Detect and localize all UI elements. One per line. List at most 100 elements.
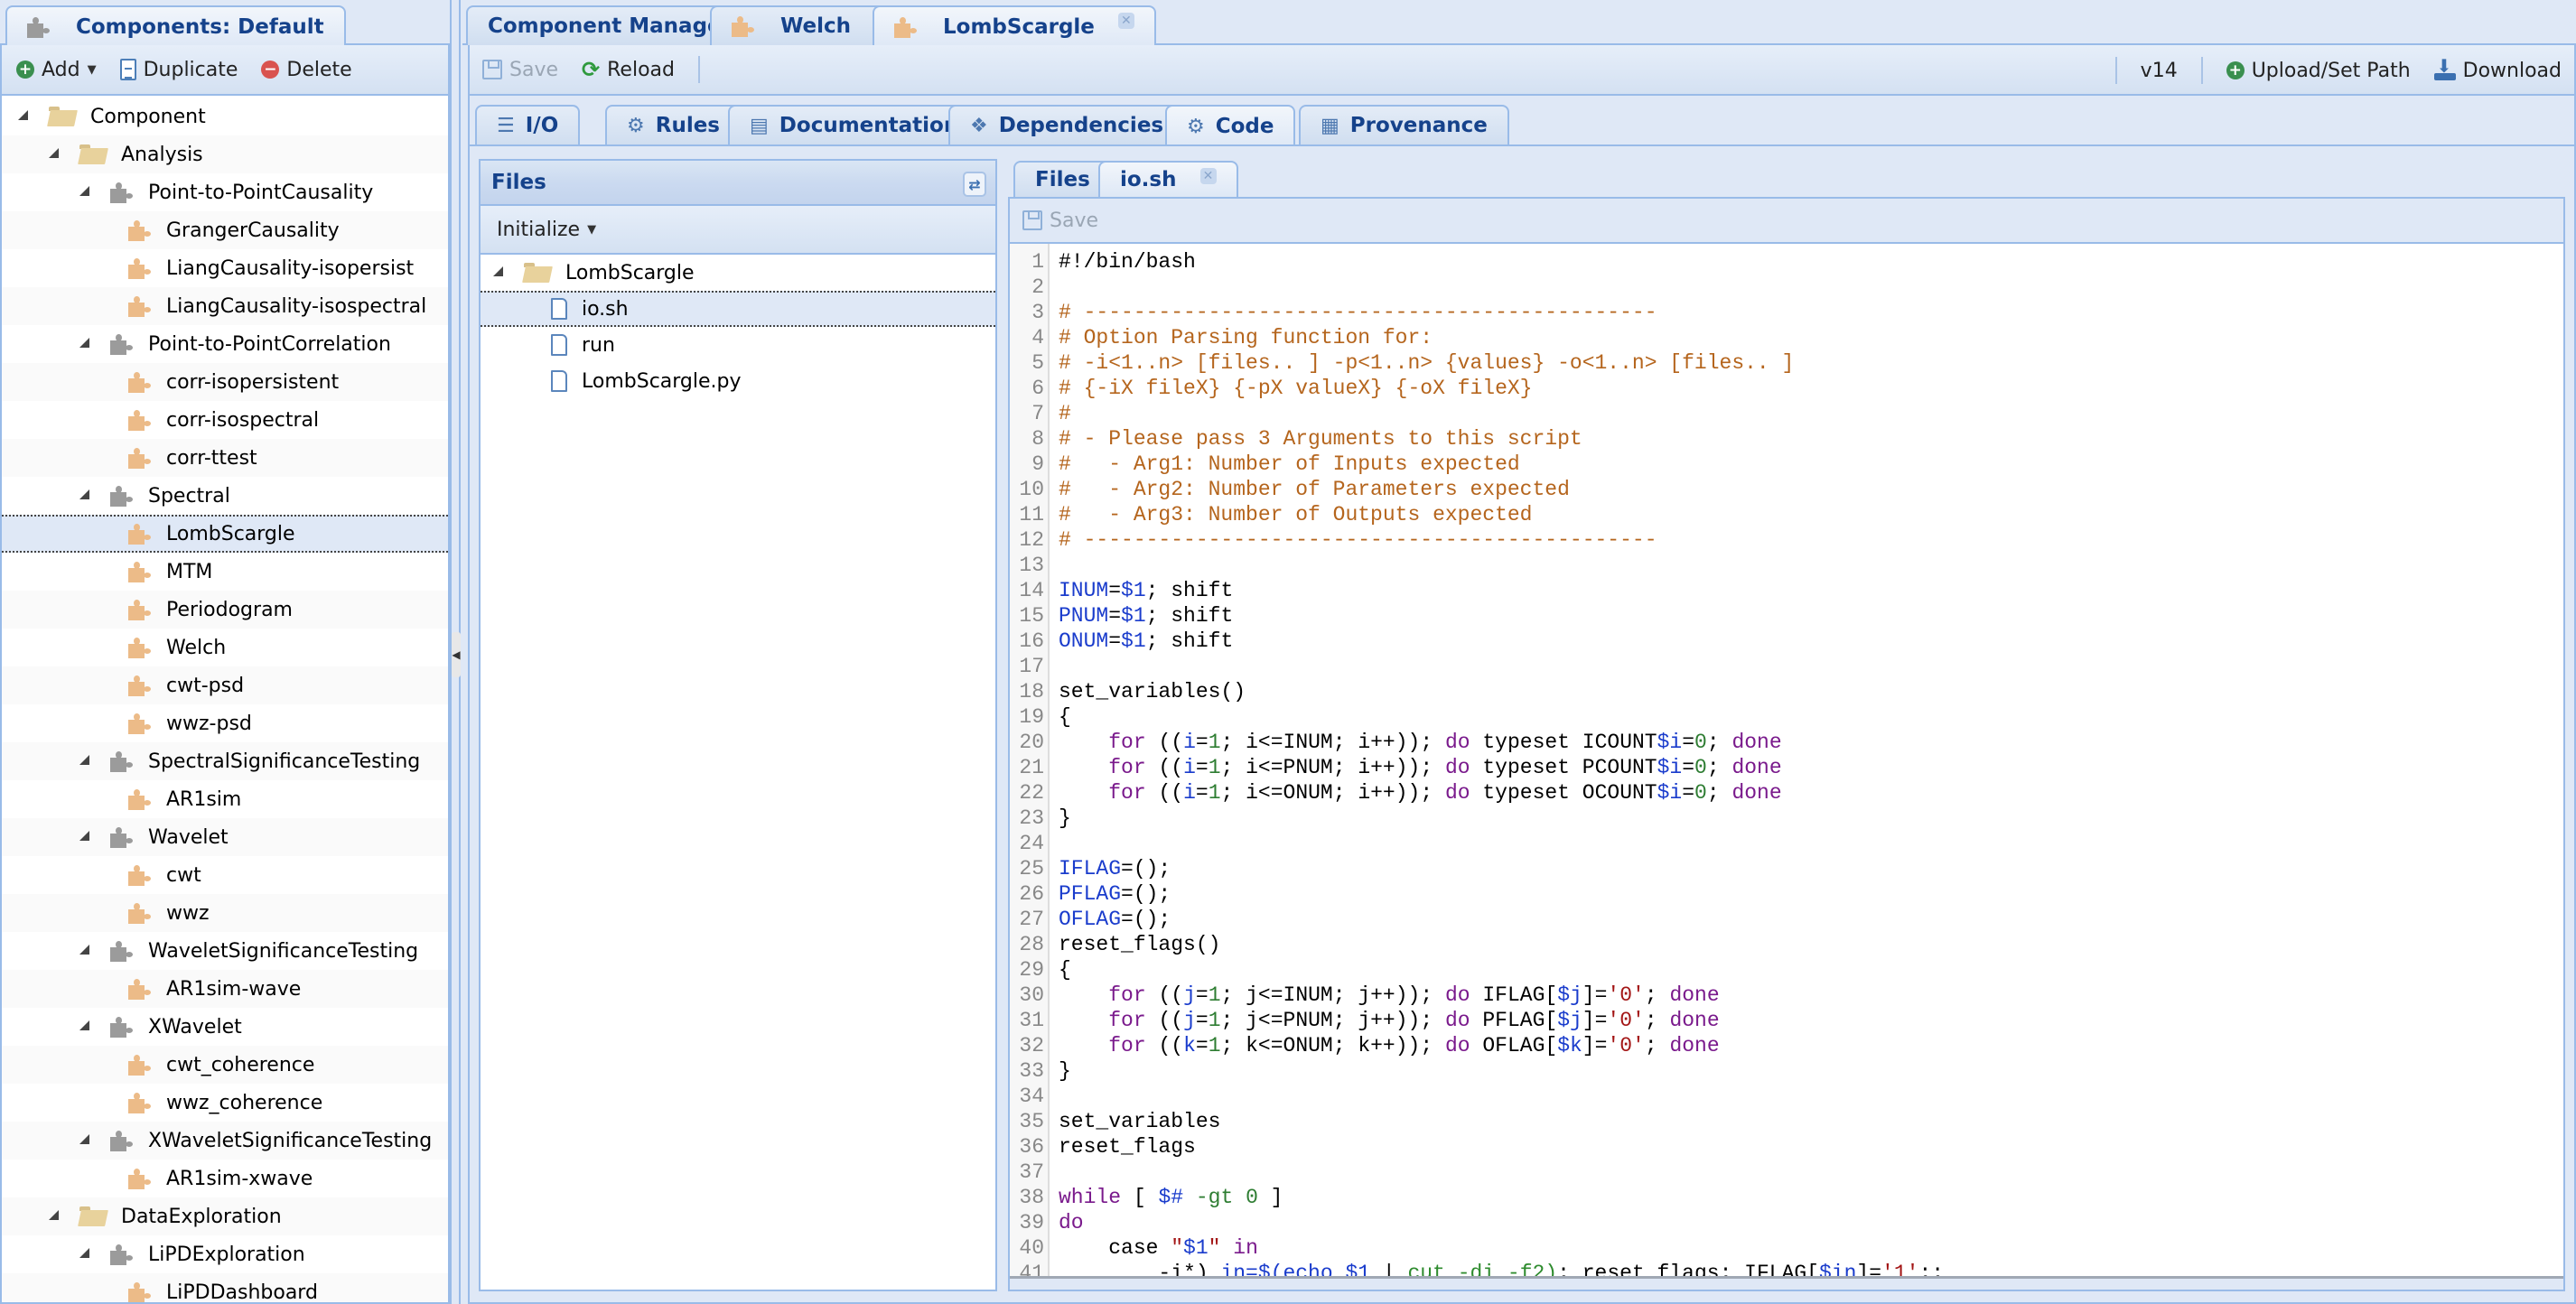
expand-toggle-icon[interactable] [18, 110, 31, 123]
expand-toggle-icon[interactable] [79, 186, 92, 199]
tree-node[interactable]: corr-ttest [2, 439, 448, 477]
code-token: ; i<=INUM; i++)); [1220, 731, 1445, 754]
code-token: ]= [1582, 1009, 1608, 1032]
code-token: { [1059, 705, 1071, 729]
save-file-button[interactable]: Save [1022, 210, 1098, 232]
expand-toggle-icon[interactable] [493, 266, 506, 279]
initialize-button[interactable]: Initialize ▼ [497, 219, 596, 241]
close-icon[interactable]: ✕ [1199, 168, 1217, 184]
tab-dependencies[interactable]: ❖ Dependencies [948, 105, 1186, 144]
file-tree-node[interactable]: run [481, 327, 995, 363]
tree-node[interactable]: MTM [2, 553, 448, 591]
code-token: ; [1644, 1034, 1670, 1057]
tree-node[interactable]: corr-isopersistent [2, 363, 448, 401]
code-token: k [1183, 1034, 1196, 1057]
tree-node[interactable]: cwt_coherence [2, 1046, 448, 1084]
line-number: 20 [1019, 731, 1044, 754]
tree-node[interactable]: Welch [2, 629, 448, 666]
expand-toggle-icon[interactable] [79, 945, 92, 957]
download-button[interactable]: Download [2433, 55, 2562, 82]
code-token: = [1195, 1009, 1209, 1032]
tree-node[interactable]: LiangCausality-isopersist [2, 249, 448, 287]
expand-toggle-icon[interactable] [49, 1210, 61, 1223]
tab-rules[interactable]: ⚙ Rules [605, 105, 742, 144]
tab-documentation[interactable]: ▤ Documentation [728, 105, 981, 144]
tree-node[interactable]: Point-to-PointCausality [2, 173, 448, 211]
code-line: 37 [1010, 1160, 2563, 1185]
tab-lombscargle[interactable]: LombScargle ✕ [873, 5, 1156, 47]
duplicate-button[interactable]: Duplicate [119, 59, 238, 81]
tree-node[interactable]: cwt-psd [2, 666, 448, 704]
expand-toggle-icon[interactable] [79, 1134, 92, 1147]
panel-splitter[interactable]: ◀ [450, 0, 461, 1304]
upload-button[interactable]: + Upload/Set Path [2226, 60, 2411, 82]
tree-node-label: AR1sim-xwave [166, 1167, 313, 1190]
tree-node[interactable]: GrangerCausality [2, 211, 448, 249]
expand-toggle-icon[interactable] [79, 338, 92, 350]
code-token: = [1682, 756, 1695, 779]
refresh-button[interactable]: ⇄ [963, 172, 986, 197]
expand-toggle-icon[interactable] [79, 831, 92, 843]
component-tree: Component Analysis Point-to-PointCausality… [2, 98, 448, 1302]
code-token: $1 [1121, 579, 1146, 602]
tree-node[interactable]: AR1sim [2, 780, 448, 818]
tab-io-sh[interactable]: io.sh ✕ [1098, 161, 1238, 197]
expand-toggle-icon[interactable] [79, 1020, 92, 1033]
expand-toggle-icon[interactable] [49, 148, 61, 161]
tree-node[interactable]: Analysis [2, 135, 448, 173]
tree-node[interactable]: wwz [2, 894, 448, 932]
code-token: [ [1121, 1186, 1159, 1209]
file-tree-node[interactable]: LombScargle [481, 255, 995, 291]
code-editor[interactable]: 1 #!/bin/bash 2 3 # ------------------------… [1010, 242, 2563, 1279]
code-line: 13 [1010, 553, 2563, 578]
expand-toggle-icon[interactable] [79, 489, 92, 502]
line-number: 12 [1019, 528, 1044, 552]
tree-node[interactable]: WaveletSignificanceTesting [2, 932, 448, 970]
reload-button[interactable]: ⟳ Reload [582, 57, 675, 82]
code-token: typeset OCOUNT [1470, 781, 1657, 805]
add-button[interactable]: + Add ▼ [16, 59, 97, 81]
tree-node[interactable]: SpectralSignificanceTesting [2, 742, 448, 780]
tree-node[interactable]: Point-to-PointCorrelation [2, 325, 448, 363]
delete-button[interactable]: − Delete [261, 59, 352, 81]
tree-node[interactable]: LombScargle [2, 515, 448, 553]
expand-toggle-icon[interactable] [79, 1248, 92, 1261]
tree-node[interactable]: LiPDExploration [2, 1235, 448, 1273]
tab-provenance[interactable]: ▦ Provenance [1299, 105, 1509, 144]
tree-node[interactable]: XWaveletSignificanceTesting [2, 1122, 448, 1160]
tab-code[interactable]: ⚙ Code [1165, 105, 1296, 146]
tree-node[interactable]: Periodogram [2, 591, 448, 629]
line-number: 18 [1019, 680, 1044, 703]
tree-node[interactable]: corr-isospectral [2, 401, 448, 439]
file-tree-node[interactable]: LombScargle.py [481, 363, 995, 399]
tab-files[interactable]: Files [1013, 161, 1112, 197]
tree-node[interactable]: Component [2, 98, 448, 135]
tree-node[interactable]: Wavelet [2, 818, 448, 856]
collapse-handle[interactable]: ◀ [452, 632, 461, 677]
save-button[interactable]: Save [482, 59, 558, 81]
tree-node[interactable]: DataExploration [2, 1197, 448, 1235]
tree-node[interactable]: AR1sim-xwave [2, 1160, 448, 1197]
tab-label: Code [1215, 115, 1274, 138]
code-text: # - Arg3: Number of Outputs expected [1050, 502, 1533, 527]
tree-node[interactable]: LiPDDashboard [2, 1273, 448, 1302]
tree-node[interactable]: cwt [2, 856, 448, 894]
tab-components-default[interactable]: Components: Default [5, 5, 346, 47]
tree-node[interactable]: LiangCausality-isospectral [2, 287, 448, 325]
code-token: ]= [1582, 1034, 1608, 1057]
tree-node[interactable]: wwz_coherence [2, 1084, 448, 1122]
tree-node[interactable]: XWavelet [2, 1008, 448, 1046]
plus-circle-icon: + [2226, 61, 2245, 79]
tree-node[interactable]: Spectral [2, 477, 448, 515]
expand-toggle-icon[interactable] [79, 755, 92, 768]
tree-node[interactable]: wwz-psd [2, 704, 448, 742]
close-icon[interactable]: ✕ [1117, 13, 1134, 29]
tree-node[interactable]: AR1sim-wave [2, 970, 448, 1008]
code-token: (( [1145, 983, 1184, 1007]
code-line: 27 OFLAG=(); [1010, 907, 2563, 932]
tab-io[interactable]: ☰ I/O [475, 105, 581, 144]
file-tree-node[interactable]: io.sh [481, 291, 995, 327]
folder-open-icon [49, 107, 76, 126]
